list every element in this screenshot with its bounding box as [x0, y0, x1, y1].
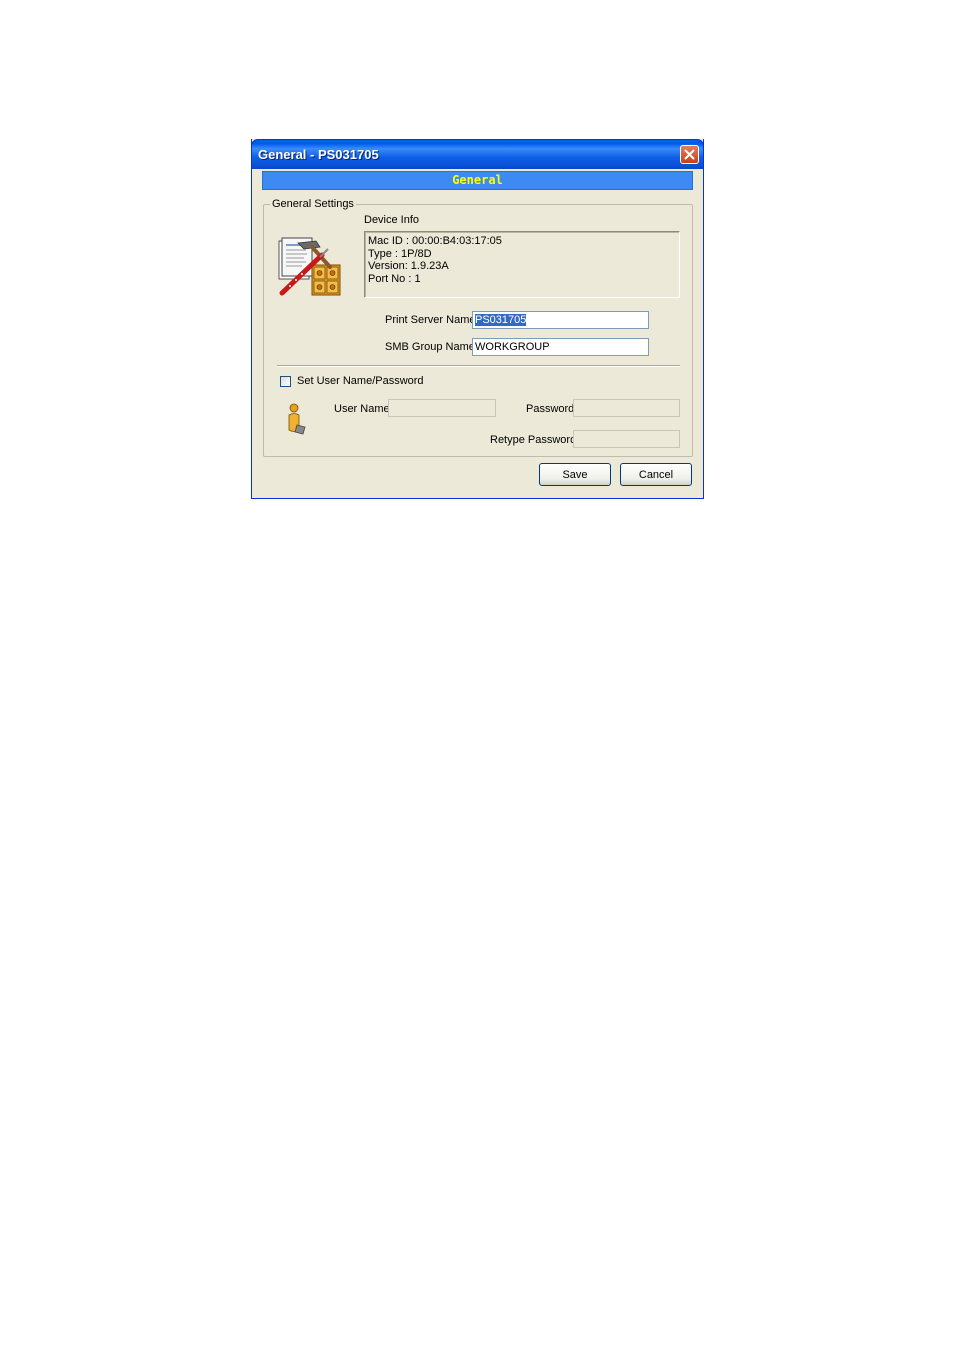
group-title: General Settings — [270, 198, 356, 210]
mac-id-text: Mac ID : 00:00:B4:03:17:05 — [368, 235, 502, 247]
window-title: General - PS031705 — [258, 147, 379, 162]
user-name-input[interactable] — [388, 399, 496, 417]
separator — [277, 365, 680, 367]
cancel-button[interactable]: Cancel — [620, 463, 692, 486]
device-info-box: Mac ID : 00:00:B4:03:17:05 Type : 1P/8D … — [364, 231, 680, 298]
set-user-label[interactable]: Set User Name/Password — [297, 375, 424, 387]
version-text: Version: 1.9.23A — [368, 260, 449, 272]
print-server-name-input[interactable]: PS031705 — [472, 311, 649, 329]
user-name-label: User Name — [334, 403, 390, 415]
smb-group-name-label: SMB Group Name — [385, 341, 475, 353]
retype-password-label: Retype Password — [490, 434, 577, 446]
save-button[interactable]: Save — [539, 463, 611, 486]
close-button[interactable] — [680, 145, 699, 164]
print-server-name-value: PS031705 — [475, 314, 527, 326]
close-icon — [684, 149, 695, 160]
print-server-name-label: Print Server Name — [385, 314, 476, 326]
title-bar[interactable]: General - PS031705 — [251, 139, 704, 169]
section-header: General — [262, 171, 693, 190]
device-info-label: Device Info — [364, 214, 420, 226]
type-text: Type : 1P/8D — [368, 247, 432, 260]
tools-settings-icon — [278, 237, 341, 296]
smb-group-name-input[interactable]: WORKGROUP — [472, 338, 649, 356]
set-user-checkbox[interactable] — [280, 376, 291, 387]
port-text: Port No : 1 — [368, 272, 421, 285]
password-label: Password — [526, 403, 575, 415]
section-header-text: General — [452, 173, 503, 187]
general-dialog: General - PS031705 General General Setti… — [251, 139, 704, 499]
smb-group-name-value: WORKGROUP — [475, 341, 550, 353]
general-settings-group: General Settings Device Info Mac ID: 00… — [263, 198, 693, 457]
password-input[interactable] — [573, 399, 680, 417]
user-info-icon — [288, 403, 306, 435]
retype-password-input[interactable] — [573, 430, 680, 448]
